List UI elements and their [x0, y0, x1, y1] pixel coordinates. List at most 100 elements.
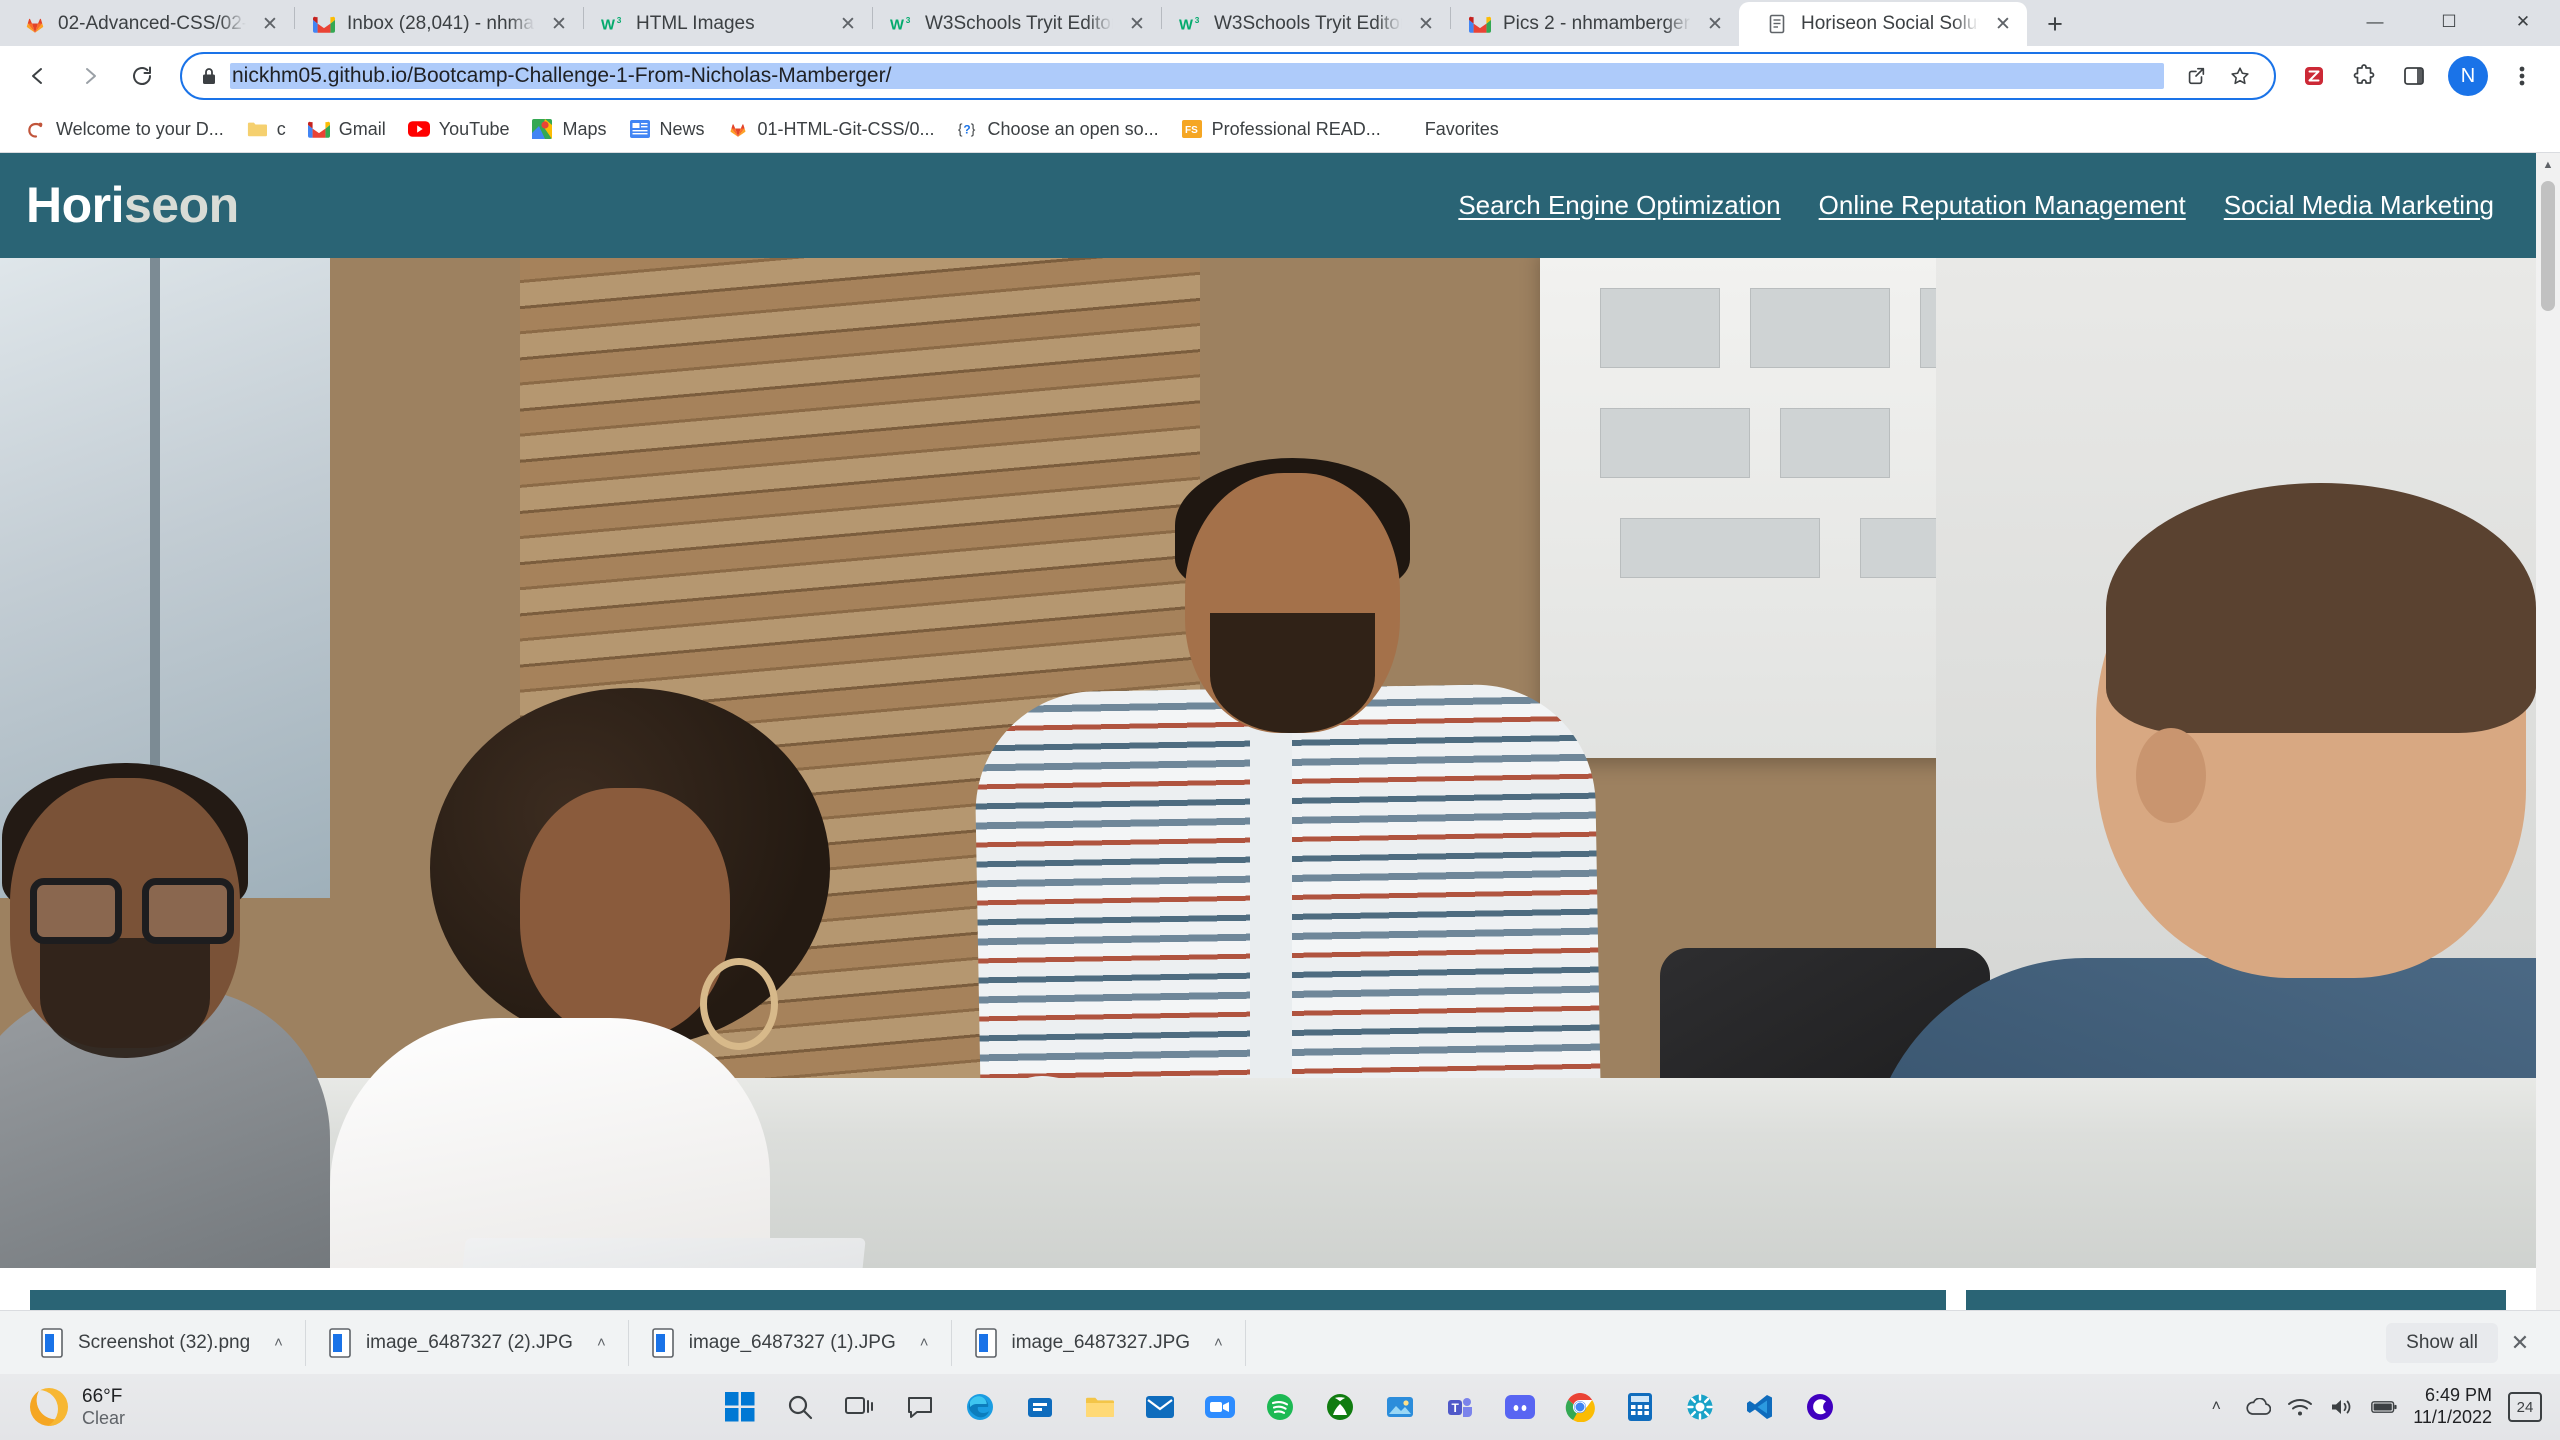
eyeglasses-right-lens — [142, 877, 234, 944]
browser-tab[interactable]: 02-Advanced-CSS/02-Challenge ✕ — [6, 2, 294, 46]
site-logo[interactable]: Horiseon — [26, 176, 239, 234]
svg-text:T: T — [1452, 1401, 1460, 1415]
onedrive-icon[interactable] — [2245, 1394, 2272, 1420]
settings-icon[interactable] — [1673, 1380, 1727, 1434]
minimize-button[interactable]: — — [2338, 0, 2412, 44]
scroll-up-arrow[interactable]: ▲ — [2536, 153, 2560, 177]
bookmark-item[interactable]: Maps — [522, 112, 615, 146]
puzzle-piece-icon[interactable] — [2340, 52, 2388, 100]
browser-tab[interactable]: W3 HTML Images ✕ — [584, 2, 872, 46]
browser-tab[interactable]: Pics 2 - nhmamberger@gmail.com ✕ — [1451, 2, 1739, 46]
task-view-icon[interactable] — [833, 1380, 887, 1434]
profile-avatar[interactable]: N — [2448, 56, 2488, 97]
volume-icon[interactable] — [2329, 1394, 2355, 1420]
bookmark-item[interactable]: YouTube — [399, 112, 519, 146]
clock-date: 11/1/2022 — [2413, 1407, 2492, 1427]
taskbar-weather-widget[interactable]: 66°F Clear — [0, 1386, 340, 1429]
browser-tab[interactable]: W3 W3Schools Tryit Editor ✕ — [1162, 2, 1450, 46]
calculator-icon[interactable] — [1613, 1380, 1667, 1434]
bookmark-item[interactable]: {?} Choose an open so... — [948, 112, 1168, 146]
download-filename: Screenshot (32).png — [78, 1331, 251, 1353]
tab-close-button[interactable]: ✕ — [1989, 10, 2017, 38]
scrollbar-thumb[interactable] — [2541, 180, 2555, 311]
close-downloads-bar-button[interactable]: ✕ — [2498, 1330, 2542, 1356]
tray-overflow-button[interactable]: ˄ — [2203, 1394, 2229, 1420]
weather-temperature: 66°F — [82, 1385, 123, 1407]
address-bar[interactable]: nickhm05.github.io/Bootcamp-Challenge-1-… — [180, 52, 2276, 101]
nav-link-online-reputation-management[interactable]: Online Reputation Management — [1819, 190, 2186, 221]
bookmark-item[interactable]: Gmail — [299, 112, 395, 146]
xbox-icon[interactable] — [1313, 1380, 1367, 1434]
teams-icon[interactable]: T — [1433, 1380, 1487, 1434]
download-item[interactable]: image_6487327 (2).JPG ˄ — [306, 1319, 629, 1366]
search-icon[interactable] — [773, 1380, 827, 1434]
logo-text-accent: seon — [124, 177, 239, 234]
forward-button[interactable] — [66, 52, 114, 100]
page-scrollbar[interactable]: ▲ — [2536, 152, 2560, 1311]
lock-icon — [200, 66, 218, 86]
discord-icon[interactable] — [1493, 1380, 1547, 1434]
bookmark-item[interactable]: FS Professional READ... — [1172, 112, 1390, 146]
start-button[interactable] — [713, 1380, 767, 1434]
tab-close-button[interactable]: ✕ — [1701, 10, 1729, 38]
download-item[interactable]: image_6487327.JPG ˄ — [952, 1319, 1246, 1366]
download-item[interactable]: Screenshot (32).png ˄ — [18, 1319, 306, 1366]
weather-condition: Clear — [82, 1407, 126, 1428]
chat-icon[interactable] — [893, 1380, 947, 1434]
svg-text:{: { — [957, 122, 962, 137]
download-menu-caret[interactable]: ˄ — [1214, 1334, 1223, 1351]
share-icon[interactable] — [2176, 56, 2216, 96]
close-window-button[interactable]: ✕ — [2486, 0, 2560, 44]
bookmark-label: Choose an open so... — [987, 118, 1159, 139]
site-nav: Search Engine Optimization Online Reputa… — [1458, 190, 2494, 221]
side-panel-icon[interactable] — [2390, 52, 2438, 100]
download-menu-caret[interactable]: ˄ — [920, 1334, 929, 1351]
edge-icon[interactable] — [953, 1380, 1007, 1434]
three-dot-menu-icon[interactable] — [2498, 52, 2546, 100]
download-menu-caret[interactable]: ˄ — [274, 1334, 283, 1351]
maximize-button[interactable]: ☐ — [2412, 0, 2486, 44]
download-item[interactable]: image_6487327 (1).JPG ˄ — [629, 1319, 952, 1366]
star-icon[interactable] — [2220, 56, 2260, 96]
nav-link-social-media-marketing[interactable]: Social Media Marketing — [2224, 190, 2494, 221]
download-filename: image_6487327 (1).JPG — [688, 1331, 896, 1353]
bookmark-folder-favorites[interactable]: Favorites — [1416, 113, 1508, 146]
taskbar-clock[interactable]: 6:49 PM 11/1/2022 — [2413, 1385, 2492, 1428]
browser-tab[interactable]: Inbox (28,041) - nhmamberger@g ✕ — [295, 2, 583, 46]
bookmark-label: News — [659, 118, 705, 139]
tab-title: 02-Advanced-CSS/02-Challenge — [58, 13, 246, 35]
new-tab-button[interactable]: + — [2033, 2, 2077, 46]
tab-close-button[interactable]: ✕ — [1412, 10, 1440, 38]
bookmark-item[interactable]: c — [237, 112, 295, 146]
back-button[interactable] — [14, 52, 62, 100]
download-menu-caret[interactable]: ˄ — [597, 1334, 606, 1351]
reload-button[interactable] — [118, 52, 166, 100]
nav-link-seo[interactable]: Search Engine Optimization — [1458, 190, 1780, 221]
browser-tab[interactable]: W3 W3Schools Tryit Editor ✕ — [873, 2, 1161, 46]
folder-icon[interactable] — [1073, 1380, 1127, 1434]
bookmark-item[interactable]: Welcome to your D... — [16, 112, 233, 146]
bookmark-item[interactable]: 01-HTML-Git-CSS/0... — [718, 112, 944, 146]
tab-close-button[interactable]: ✕ — [545, 10, 573, 38]
battery-icon[interactable] — [2371, 1394, 2397, 1420]
tab-title: Pics 2 - nhmamberger@gmail.com — [1503, 13, 1691, 35]
tab-close-button[interactable]: ✕ — [1123, 10, 1151, 38]
photos-icon[interactable] — [1373, 1380, 1427, 1434]
chrome-icon[interactable] — [1553, 1380, 1607, 1434]
show-all-downloads-button[interactable]: Show all — [2386, 1322, 2498, 1363]
wifi-icon[interactable] — [2287, 1394, 2313, 1420]
insomnia-icon[interactable] — [1793, 1380, 1847, 1434]
bookmarks-bar: Welcome to your D... c Gmail YouTube Map… — [0, 106, 2560, 153]
url-text[interactable]: nickhm05.github.io/Bootcamp-Challenge-1-… — [230, 63, 2164, 90]
zotero-extension-icon[interactable] — [2290, 52, 2338, 100]
vscode-icon[interactable] — [1733, 1380, 1787, 1434]
notification-badge[interactable]: 24 — [2508, 1392, 2542, 1422]
zoom-icon[interactable] — [1193, 1380, 1247, 1434]
spotify-icon[interactable] — [1253, 1380, 1307, 1434]
microsoft-store-icon[interactable] — [1013, 1380, 1067, 1434]
tab-close-button[interactable]: ✕ — [834, 10, 862, 38]
bookmark-item[interactable]: News — [620, 112, 714, 146]
mail-icon[interactable] — [1133, 1380, 1187, 1434]
tab-close-button[interactable]: ✕ — [256, 10, 284, 38]
browser-tab-active[interactable]: Horiseon Social Solution Services ✕ — [1739, 2, 2027, 47]
